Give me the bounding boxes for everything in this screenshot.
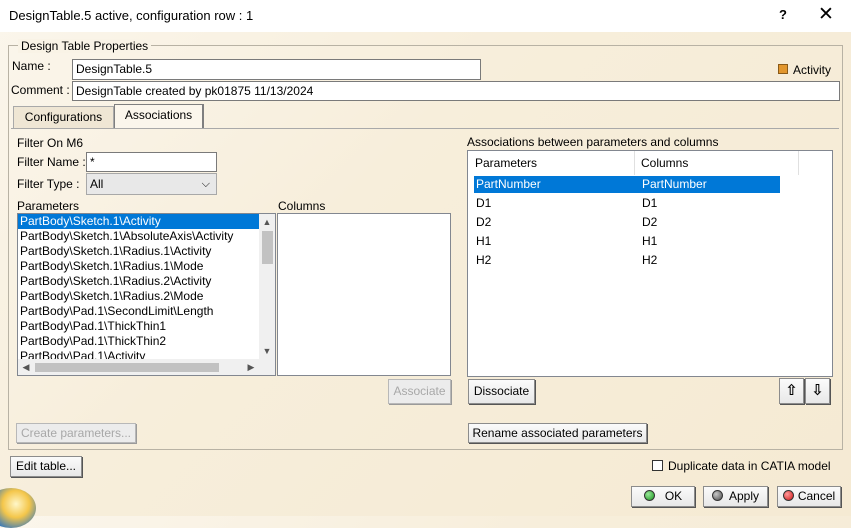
- list-item[interactable]: PartBody\Sketch.1\AbsoluteAxis\Activity: [18, 229, 275, 244]
- table-row[interactable]: D2 D2: [474, 214, 780, 231]
- ok-icon: [643, 490, 655, 501]
- list-item[interactable]: PartBody\Pad.1\ThickThin1: [18, 319, 275, 334]
- move-up-button[interactable]: ⇧: [779, 378, 804, 404]
- row-parameter: H1: [476, 234, 492, 248]
- apply-button[interactable]: Apply: [703, 486, 768, 507]
- name-field[interactable]: DesignTable.5: [72, 59, 481, 80]
- table-row[interactable]: D1 D1: [474, 195, 780, 212]
- associations-table[interactable]: Parameters Columns PartNumber PartNumber…: [467, 150, 833, 377]
- cancel-button[interactable]: Cancel: [777, 486, 841, 507]
- scroll-down-icon[interactable]: ▼: [259, 343, 275, 359]
- activity-checkbox[interactable]: [778, 64, 788, 74]
- header-columns[interactable]: Columns: [641, 156, 688, 170]
- row-column: D2: [642, 215, 658, 229]
- cancel-icon: [782, 490, 794, 501]
- scroll-up-icon[interactable]: ▲: [259, 214, 275, 230]
- row-column: D1: [642, 196, 658, 210]
- parameters-list[interactable]: PartBody\Sketch.1\Activity PartBody\Sket…: [17, 213, 276, 376]
- columns-label: Columns: [278, 199, 326, 213]
- tab-configurations[interactable]: Configurations: [13, 106, 114, 128]
- filter-type-value: All: [90, 177, 104, 191]
- cancel-label: Cancel: [797, 489, 836, 503]
- scroll-right-icon[interactable]: ▶: [243, 359, 259, 375]
- chevron-down-icon: ⌵: [201, 178, 210, 190]
- filter-type-label: Filter Type :: [17, 177, 80, 191]
- header-separator: [798, 151, 799, 175]
- apply-icon: [711, 490, 723, 501]
- row-parameter: PartNumber: [476, 177, 541, 191]
- associations-label: Associations between parameters and colu…: [467, 135, 719, 149]
- scroll-left-icon[interactable]: ◀: [18, 359, 34, 375]
- ok-label: OK: [664, 489, 683, 503]
- comment-field[interactable]: DesignTable created by pk01875 11/13/202…: [72, 81, 840, 101]
- table-row[interactable]: H2 H2: [474, 252, 780, 269]
- header-parameters[interactable]: Parameters: [475, 156, 537, 170]
- list-item[interactable]: PartBody\Sketch.1\Radius.1\Activity: [18, 244, 275, 259]
- filter-type-select[interactable]: All ⌵: [86, 173, 217, 195]
- row-parameter: H2: [476, 253, 492, 267]
- row-parameter: D1: [476, 196, 492, 210]
- window-title: DesignTable.5 active, configuration row …: [9, 8, 254, 23]
- header-separator: [634, 151, 635, 175]
- table-row[interactable]: H1 H1: [474, 233, 780, 250]
- close-button[interactable]: ✕: [814, 4, 838, 26]
- vertical-scrollbar[interactable]: ▲ ▼: [259, 214, 275, 359]
- comment-label: Comment :: [11, 83, 70, 97]
- scroll-thumb[interactable]: [262, 231, 273, 264]
- tab-associations[interactable]: Associations: [114, 104, 204, 128]
- dissociate-button[interactable]: Dissociate: [468, 379, 535, 404]
- duplicate-data-checkbox[interactable]: [652, 460, 663, 471]
- row-column: H1: [642, 234, 658, 248]
- list-item[interactable]: PartBody\Sketch.1\Radius.2\Activity: [18, 274, 275, 289]
- filter-title: Filter On M6: [17, 136, 84, 150]
- filter-name-field[interactable]: *: [86, 152, 217, 172]
- ok-button[interactable]: OK: [631, 486, 695, 507]
- list-item[interactable]: PartBody\Sketch.1\Radius.2\Mode: [18, 289, 275, 304]
- edit-table-button[interactable]: Edit table...: [10, 456, 82, 477]
- scroll-thumb[interactable]: [35, 363, 219, 372]
- activity-label: Activity: [793, 63, 832, 77]
- apply-label: Apply: [728, 489, 760, 503]
- list-item[interactable]: PartBody\Sketch.1\Radius.1\Mode: [18, 259, 275, 274]
- list-item[interactable]: PartBody\Pad.1\ThickThin2: [18, 334, 275, 349]
- list-item[interactable]: PartBody\Sketch.1\Activity: [18, 214, 259, 229]
- associate-button[interactable]: Associate: [388, 379, 451, 404]
- row-column: H2: [642, 253, 658, 267]
- horizontal-scrollbar[interactable]: ◀ ▶: [18, 359, 259, 375]
- duplicate-data-label: Duplicate data in CATIA model: [668, 459, 831, 473]
- arrow-up-icon: ⇧: [785, 382, 798, 399]
- scroll-corner: [259, 359, 275, 375]
- catia-logo: [0, 488, 36, 528]
- row-column: PartNumber: [642, 177, 707, 191]
- table-row[interactable]: PartNumber PartNumber: [474, 176, 780, 193]
- help-button[interactable]: ?: [772, 4, 794, 26]
- filter-name-label: Filter Name :: [17, 155, 86, 169]
- title-bar: DesignTable.5 active, configuration row …: [0, 0, 851, 32]
- arrow-down-icon: ⇩: [811, 382, 824, 399]
- group-legend: Design Table Properties: [18, 39, 152, 53]
- name-label: Name :: [12, 59, 51, 73]
- row-parameter: D2: [476, 215, 492, 229]
- rename-associated-parameters-button[interactable]: Rename associated parameters: [468, 423, 647, 443]
- columns-list[interactable]: [277, 213, 451, 376]
- move-down-button[interactable]: ⇩: [805, 378, 830, 404]
- list-item[interactable]: PartBody\Pad.1\SecondLimit\Length: [18, 304, 275, 319]
- create-parameters-button[interactable]: Create parameters...: [16, 423, 136, 443]
- parameters-label: Parameters: [17, 199, 80, 213]
